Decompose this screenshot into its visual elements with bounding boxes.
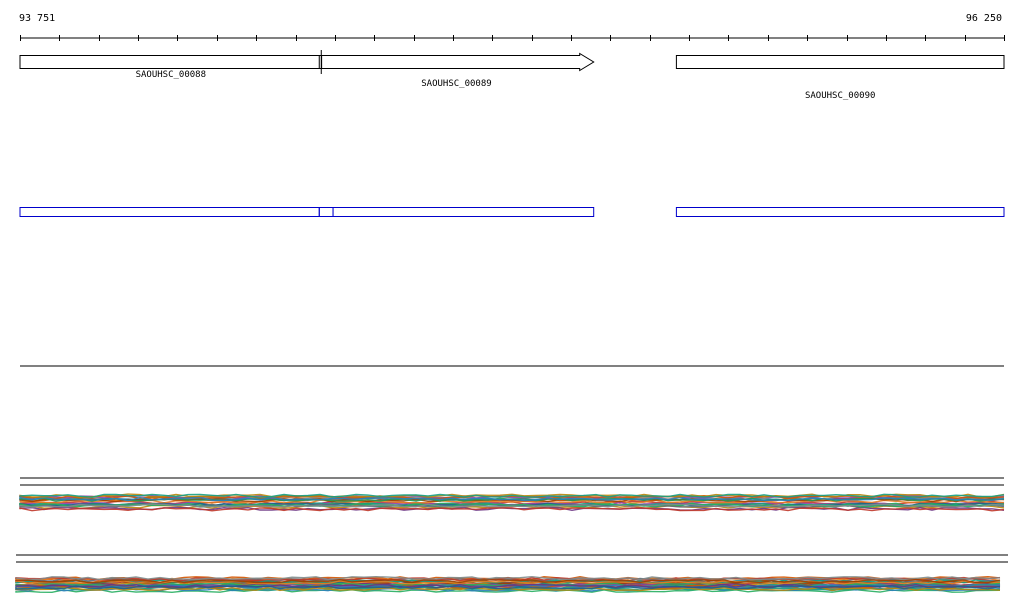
gene-label-saouhsc_00088: SAOUHSC_00088 (135, 70, 207, 80)
cds-segment-saouhsc_00088-overlap[interactable] (318, 207, 334, 217)
gene-feature-saouhsc_00090[interactable] (675, 55, 1005, 69)
gene-label-saouhsc_00089: SAOUHSC_00089 (421, 79, 492, 89)
cds-segment-saouhsc_00088[interactable] (19, 207, 320, 217)
coverage-track-2 (15, 554, 1008, 594)
cds-segment-saouhsc_00089[interactable] (332, 207, 595, 217)
ruler-track (20, 35, 1005, 41)
genome-viewer[interactable]: 93 751 96 250 SAOUHSC_00088 SAOUHSC_00089… (0, 0, 1024, 611)
gene-label-saouhsc_00090: SAOUHSC_00090 (804, 91, 876, 101)
cds-segment-saouhsc_00090[interactable] (675, 207, 1005, 217)
coverage-track-1 (19, 477, 1005, 512)
gene-feature-saouhsc_00088[interactable] (19, 55, 323, 69)
cds-track[interactable] (19, 207, 1005, 217)
gene-feature-saouhsc_00089[interactable] (318, 52, 595, 72)
